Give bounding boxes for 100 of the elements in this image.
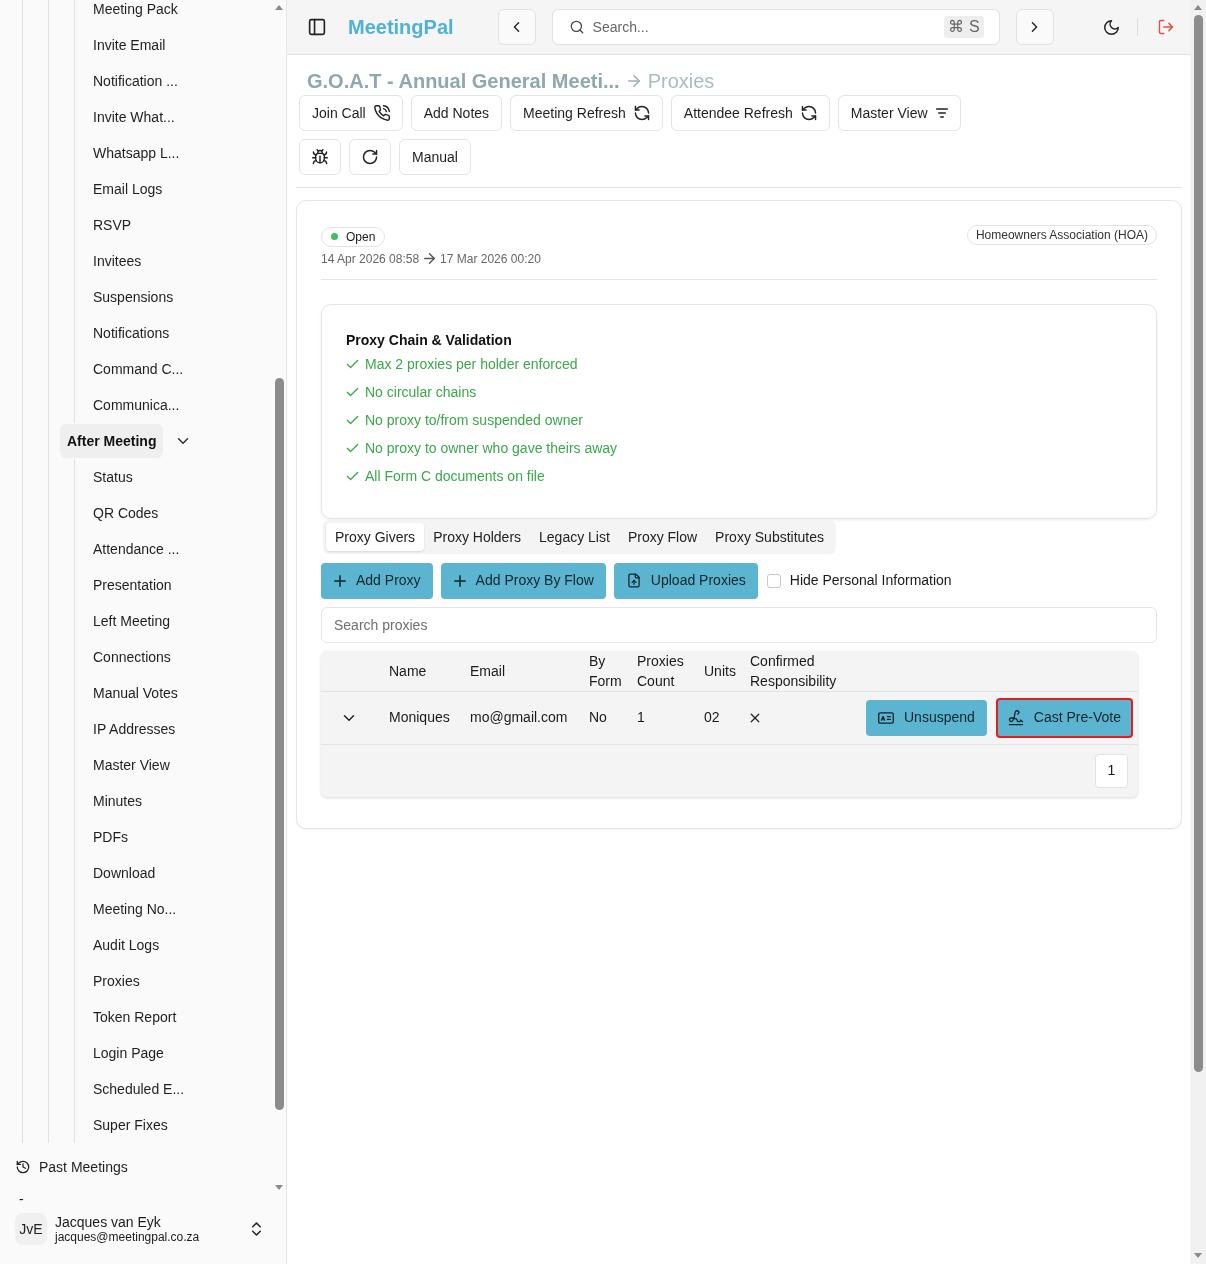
- sidebar-item[interactable]: Suspensions: [75, 279, 272, 315]
- chevron-right-icon: [1031, 21, 1039, 33]
- scrollbar-thumb[interactable]: [274, 378, 284, 1110]
- expand-button[interactable]: [343, 713, 355, 722]
- sidebar-item[interactable]: PDFs: [75, 819, 272, 855]
- column-header: Units: [696, 650, 742, 691]
- sidebar-item[interactable]: Audit Logs: [75, 927, 272, 963]
- checkbox[interactable]: [766, 573, 781, 588]
- rotate-icon: [362, 149, 378, 165]
- scroll-up-arrow-icon[interactable]: [275, 5, 283, 10]
- sidebar-item[interactable]: RSVP: [75, 207, 272, 243]
- toolbar-button[interactable]: Manual: [399, 139, 471, 175]
- chevrons-up-down-icon[interactable]: [252, 1222, 261, 1236]
- page-button[interactable]: 1: [1095, 753, 1128, 788]
- search-icon: [569, 20, 584, 34]
- scroll-up-arrow-icon[interactable]: [1194, 5, 1202, 10]
- signature-icon: [1007, 709, 1024, 726]
- user-name: Jacques van Eyk: [55, 1214, 162, 1230]
- sidebar-item[interactable]: IP Addresses: [75, 711, 272, 747]
- search-field[interactable]: Search proxies: [321, 606, 1157, 643]
- sidebar-item[interactable]: Invitees: [75, 243, 272, 279]
- toolbar-button[interactable]: Master View: [837, 95, 961, 131]
- end-time: 17 Mar 2026 00:20: [440, 250, 541, 267]
- sidebar-item[interactable]: Communica...: [75, 387, 272, 423]
- theme-toggle-button[interactable]: [1104, 19, 1119, 35]
- bug-icon: [312, 149, 328, 165]
- validation-text: No circular chains: [365, 382, 477, 402]
- sidebar-item[interactable]: Token Report: [75, 999, 272, 1035]
- action-button[interactable]: Upload Proxies: [613, 562, 758, 599]
- sidebar-item[interactable]: Master View: [75, 747, 272, 783]
- action-button[interactable]: Add Proxy By Flow: [440, 562, 606, 599]
- arrow-right-icon: [627, 75, 640, 87]
- tab[interactable]: Proxy Givers: [326, 522, 425, 551]
- sidebar-item[interactable]: Whatsapp L...: [75, 135, 272, 171]
- sidebar-item[interactable]: Presentation: [75, 567, 272, 603]
- sidebar-item[interactable]: Notifications: [75, 315, 272, 351]
- sidebar-item[interactable]: Left Meeting: [75, 603, 272, 639]
- validation-text: No proxy to/from suspended owner: [365, 410, 583, 430]
- toolbar-button[interactable]: Add Notes: [410, 95, 503, 131]
- tab[interactable]: Proxy Flow: [618, 522, 707, 551]
- sidebar-item[interactable]: Meeting No...: [75, 891, 272, 927]
- table-cell: mo@gmail.com: [462, 691, 581, 744]
- column-header: Name: [381, 650, 462, 691]
- logout-button[interactable]: [1158, 19, 1174, 35]
- moon-icon: [1104, 19, 1119, 35]
- sidebar-item[interactable]: Login Page: [75, 1035, 272, 1071]
- sidebar-toggle-button[interactable]: [308, 18, 326, 36]
- column-header: Confirmed Responsibility: [742, 650, 858, 691]
- sidebar-item[interactable]: Email Logs: [75, 171, 272, 207]
- validation-text: No proxy to owner who gave theirs away: [365, 438, 618, 458]
- tab[interactable]: Legacy List: [530, 522, 619, 551]
- sidebar-item[interactable]: Meeting Pack: [75, 0, 272, 27]
- sidebar-item[interactable]: Past Meetings: [0, 1149, 272, 1185]
- validation-title: Proxy Chain & Validation: [346, 330, 513, 350]
- tab[interactable]: Proxy Holders: [424, 522, 531, 551]
- sidebar-item[interactable]: Proxies: [75, 963, 272, 999]
- sidebar-item[interactable]: Attendance ...: [75, 531, 272, 567]
- sidebar-item[interactable]: Command C...: [75, 351, 272, 387]
- row-action-button[interactable]: Cast Pre-Vote: [995, 697, 1133, 738]
- refresh-icon: [800, 105, 817, 121]
- table-cell: No: [581, 691, 629, 744]
- sidebar-item[interactable]: Notification ...: [75, 63, 272, 99]
- column-header: Proxies Count: [629, 650, 696, 691]
- id-card-icon: [878, 709, 894, 726]
- table-cell: Moniques: [381, 691, 462, 744]
- chevron-left-icon: [513, 21, 521, 33]
- sidebar-item[interactable]: Connections: [75, 639, 272, 675]
- section-header[interactable]: After Meeting: [60, 424, 164, 458]
- row-action-button[interactable]: Unsuspend: [866, 699, 987, 736]
- toolbar-button[interactable]: Attendee Refresh: [670, 95, 830, 131]
- sidebar-item[interactable]: Invite What...: [75, 99, 272, 135]
- breadcrumb-current: Proxies: [647, 70, 715, 92]
- start-time: 14 Apr 2026 08:58: [321, 250, 420, 267]
- action-button[interactable]: Add Proxy: [321, 562, 433, 599]
- debug-button[interactable]: [299, 139, 341, 175]
- tab[interactable]: Proxy Substitutes: [706, 522, 834, 551]
- phone-icon: [373, 105, 390, 121]
- sidebar-item[interactable]: Status: [75, 459, 272, 495]
- avatar: JvE: [15, 1213, 47, 1245]
- scroll-down-arrow-icon[interactable]: [1194, 1253, 1202, 1258]
- checkbox-label: Hide Personal Information: [789, 571, 952, 590]
- toolbar-button[interactable]: Join Call: [299, 95, 403, 131]
- status-label: Open: [346, 228, 376, 246]
- panel-icon: [308, 18, 326, 36]
- sidebar-item[interactable]: Invite Email: [75, 27, 272, 63]
- sidebar-item[interactable]: Minutes: [75, 783, 272, 819]
- sidebar-item[interactable]: Manual Votes: [75, 675, 272, 711]
- toolbar-button[interactable]: Meeting Refresh: [510, 95, 663, 131]
- reload-button[interactable]: [349, 139, 391, 175]
- scroll-down-arrow-icon[interactable]: [275, 1185, 283, 1190]
- plus-icon: [334, 574, 346, 587]
- scrollbar-thumb[interactable]: [1193, 15, 1203, 1072]
- sidebar-item[interactable]: Download: [75, 855, 272, 891]
- table-cell: 1: [629, 691, 696, 744]
- sidebar-item[interactable]: QR Codes: [75, 495, 272, 531]
- sidebar-item[interactable]: Scheduled E...: [75, 1071, 272, 1107]
- shortcut-hint: ⌘ S: [944, 16, 984, 38]
- sidebar-item[interactable]: Super Fixes: [75, 1107, 272, 1143]
- app-title: MeetingPal: [348, 15, 454, 39]
- chevron-down-icon: [343, 713, 355, 722]
